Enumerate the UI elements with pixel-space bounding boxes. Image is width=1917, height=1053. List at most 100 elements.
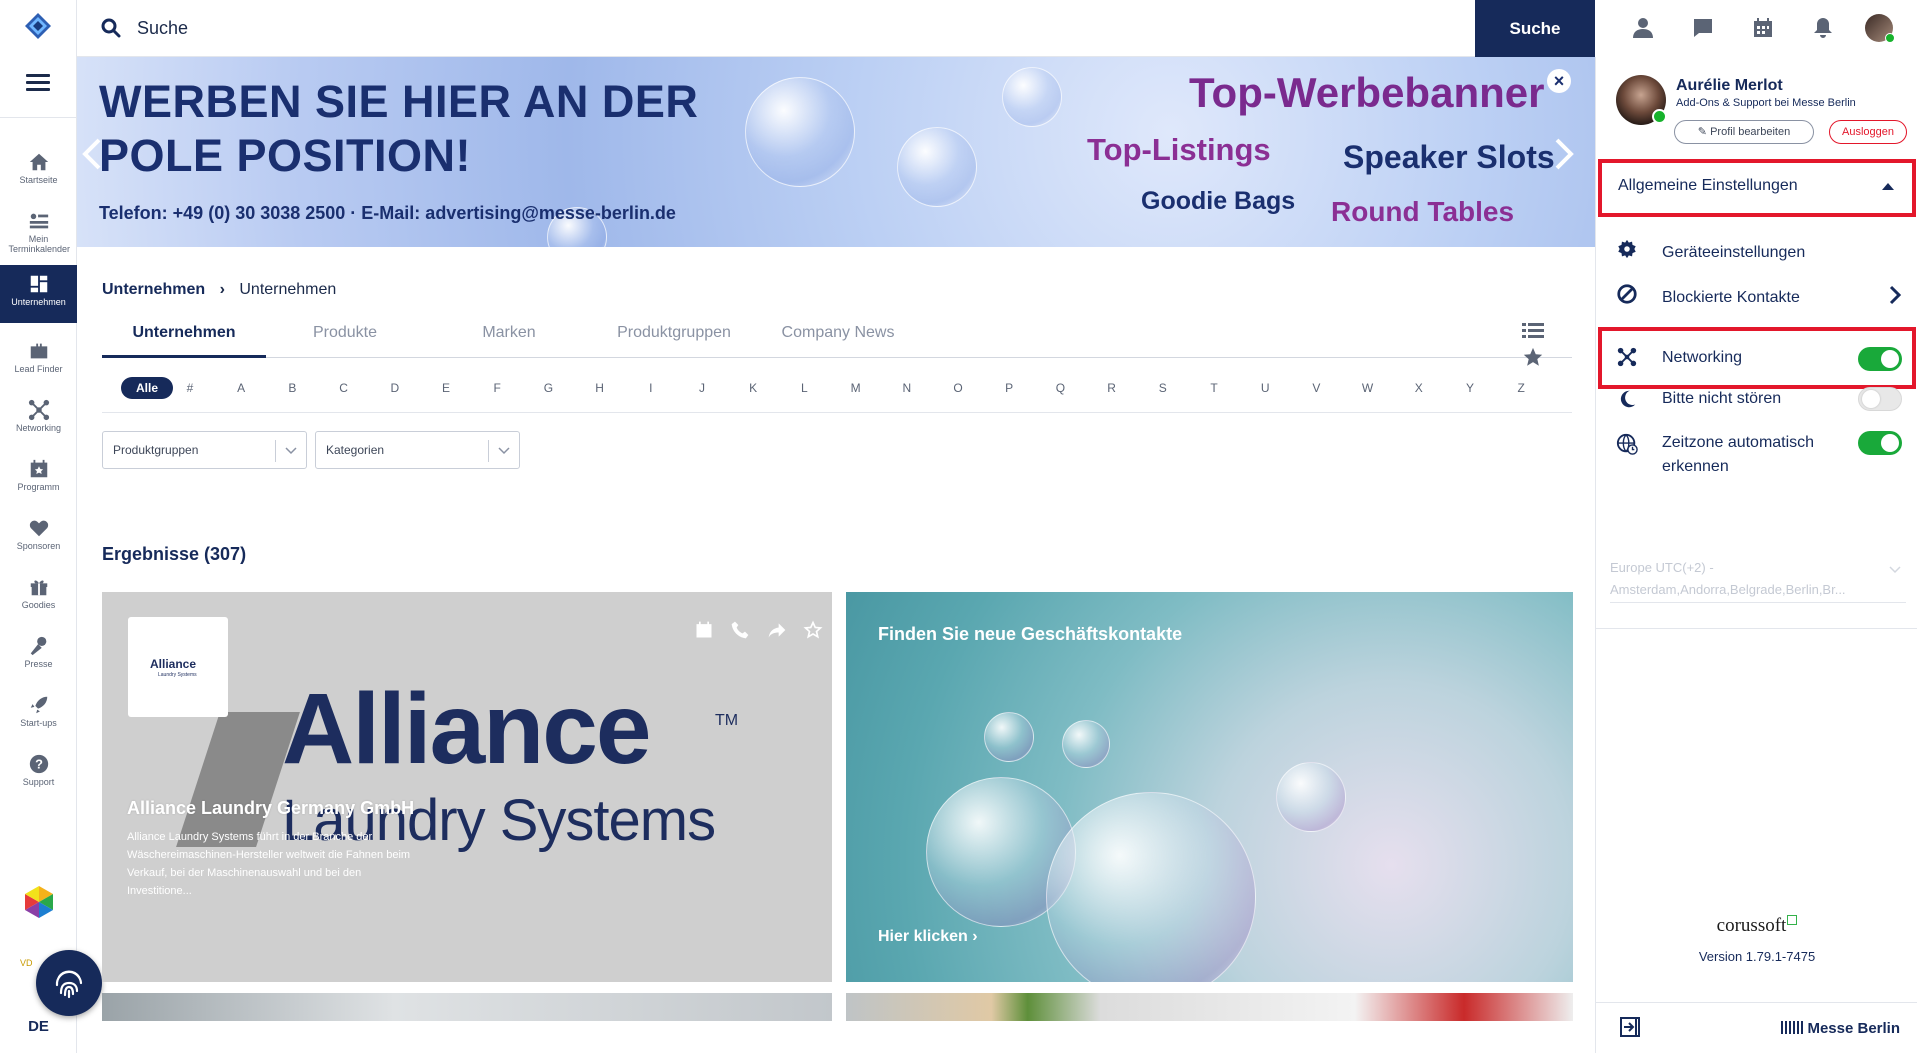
corussoft-text: corussoft [1716, 915, 1787, 936]
alphabet-letter[interactable]: O [943, 377, 973, 399]
general-settings-header[interactable]: Allgemeine Einstellungen [1598, 159, 1916, 217]
profile-avatar[interactable] [1616, 75, 1667, 125]
alphabet-letter[interactable]: J [687, 377, 717, 399]
alphabet-letter[interactable]: F [482, 377, 512, 399]
do-not-disturb-row[interactable]: Bitte nicht stören [1596, 375, 1917, 425]
calendar-icon[interactable] [694, 620, 714, 640]
alphabet-letter[interactable]: X [1404, 377, 1434, 399]
nav-item-support[interactable]: ? Support [0, 745, 77, 803]
alphabet-all-chip[interactable]: Alle [121, 377, 173, 399]
language-switch[interactable]: DE [0, 1018, 77, 1035]
app-logo-icon[interactable] [24, 12, 52, 40]
alphabet-letter[interactable]: S [1148, 377, 1178, 399]
pencil-icon: ✎ [1697, 126, 1708, 138]
profile-icon[interactable] [1631, 16, 1655, 40]
nav-item-lead-finder[interactable]: Lead Finder [0, 332, 77, 390]
timezone-auto-toggle[interactable] [1858, 431, 1902, 455]
ad-banner[interactable]: WERBEN SIE HIER AN DER POLE POSITION! Te… [77, 57, 1595, 247]
tab-produktgruppen[interactable]: Produktgruppen [604, 313, 744, 358]
blocked-contacts-row[interactable]: Blockierte Kontakte [1596, 270, 1917, 320]
tab-unternehmen[interactable]: Unternehmen [102, 313, 266, 358]
alphabet-letter[interactable]: Y [1455, 377, 1485, 399]
company-card-next[interactable] [846, 993, 1573, 1021]
alphabet-letter[interactable]: I [636, 377, 666, 399]
calendar-icon[interactable] [1751, 16, 1775, 40]
alphabet-letter[interactable]: G [533, 377, 563, 399]
alphabet-letter[interactable]: H [585, 377, 615, 399]
promo-link[interactable]: Hier klicken › [878, 928, 978, 946]
profile-role: Add-Ons & Support bei Messe Berlin [1676, 97, 1856, 109]
nav-item-programm[interactable]: Programm [0, 450, 77, 508]
banner-next-arrow-icon[interactable] [1553, 137, 1575, 171]
alphabet-letter[interactable]: B [277, 377, 307, 399]
do-not-disturb-toggle[interactable] [1858, 387, 1902, 411]
top-search-bar: Suche [77, 0, 1595, 57]
nav-item-startups[interactable]: Start-ups [0, 686, 77, 744]
logout-button[interactable]: Ausloggen [1829, 120, 1907, 144]
nav-label: Networking [15, 423, 62, 433]
bookmark-star-icon[interactable] [803, 620, 823, 640]
device-settings-row[interactable]: Geräteeinstellungen [1596, 225, 1917, 275]
nav-item-unternehmen[interactable]: Unternehmen [0, 265, 77, 323]
company-card-alliance[interactable]: Alliance TM Laundry Systems Alliance Lau… [102, 592, 832, 982]
alphabet-letter[interactable]: L [789, 377, 819, 399]
alphabet-letter[interactable]: D [380, 377, 410, 399]
nav-item-startseite[interactable]: Startseite [0, 143, 77, 201]
chevron-right-icon [1889, 285, 1902, 305]
partner-logo-icon[interactable] [20, 884, 58, 920]
chat-icon[interactable] [1691, 16, 1715, 40]
card-large-logo-name: Alliance [282, 673, 651, 785]
phone-icon[interactable] [730, 620, 750, 640]
notification-bell-icon[interactable] [1811, 16, 1835, 40]
caret-up-icon [1882, 183, 1894, 190]
alphabet-letter[interactable]: N [892, 377, 922, 399]
view-toggles [1522, 321, 1572, 373]
menu-toggle-icon[interactable] [26, 74, 50, 92]
company-card-next[interactable] [102, 993, 832, 1021]
alphabet-letter[interactable]: A [226, 377, 256, 399]
tab-company-news[interactable]: Company News [776, 313, 900, 358]
alphabet-letter[interactable]: W [1353, 377, 1383, 399]
timezone-auto-row[interactable]: Zeitzone automatisch erkennen [1596, 419, 1917, 489]
breadcrumb-item-unternehmen[interactable]: Unternehmen [102, 281, 205, 298]
search-input[interactable] [137, 12, 1137, 44]
nav-item-presse[interactable]: Presse [0, 627, 77, 685]
nav-label: Unternehmen [11, 297, 66, 307]
nav-item-sponsoren[interactable]: Sponsoren [0, 509, 77, 567]
alphabet-letter[interactable]: M [841, 377, 871, 399]
networking-promo-card[interactable]: Finden Sie neue Geschäftskontakte Hier k… [846, 592, 1573, 982]
alphabet-letter[interactable]: P [994, 377, 1024, 399]
tab-marken[interactable]: Marken [444, 313, 574, 358]
alphabet-letter[interactable]: E [431, 377, 461, 399]
alphabet-letter[interactable]: R [1097, 377, 1127, 399]
dropdown-label: Kategorien [326, 443, 385, 457]
nav-item-terminkalender[interactable]: Mein Terminkalender [0, 202, 77, 262]
favorites-star-icon[interactable] [1522, 346, 1544, 368]
alphabet-letter[interactable]: Q [1045, 377, 1075, 399]
timezone-select[interactable]: Europe UTC(+2) - Amsterdam,Andorra,Belgr… [1610, 557, 1906, 603]
alphabet-letter[interactable]: Z [1506, 377, 1536, 399]
edit-profile-button[interactable]: ✎ Profil bearbeiten [1674, 120, 1814, 144]
categories-dropdown[interactable]: Kategorien [315, 431, 520, 469]
share-arrow-icon[interactable] [767, 620, 787, 640]
product-groups-dropdown[interactable]: Produktgruppen [102, 431, 307, 469]
collapse-panel-icon[interactable] [1618, 1015, 1642, 1039]
alphabet-letter[interactable]: K [738, 377, 768, 399]
profile-name: Aurélie Merlot [1676, 77, 1783, 94]
alphabet-letter[interactable]: C [329, 377, 359, 399]
alphabet-letter[interactable]: # [175, 377, 205, 399]
nav-item-networking[interactable]: Networking [0, 391, 77, 449]
networking-toggle[interactable] [1858, 347, 1902, 371]
company-description: Alliance Laundry Systems führt in der Br… [127, 831, 411, 897]
list-view-icon[interactable] [1522, 321, 1544, 341]
nav-label: Programm [17, 482, 60, 492]
nav-item-goodies[interactable]: Goodies [0, 568, 77, 626]
banner-close-icon[interactable]: × [1547, 69, 1571, 93]
alphabet-letter[interactable]: V [1301, 377, 1331, 399]
alphabet-letter[interactable]: U [1250, 377, 1280, 399]
alphabet-letter[interactable]: T [1199, 377, 1229, 399]
search-button[interactable]: Suche [1475, 0, 1595, 57]
user-avatar[interactable] [1865, 14, 1895, 43]
tab-produkte[interactable]: Produkte [278, 313, 412, 358]
banner-prev-arrow-icon[interactable] [81, 137, 103, 171]
